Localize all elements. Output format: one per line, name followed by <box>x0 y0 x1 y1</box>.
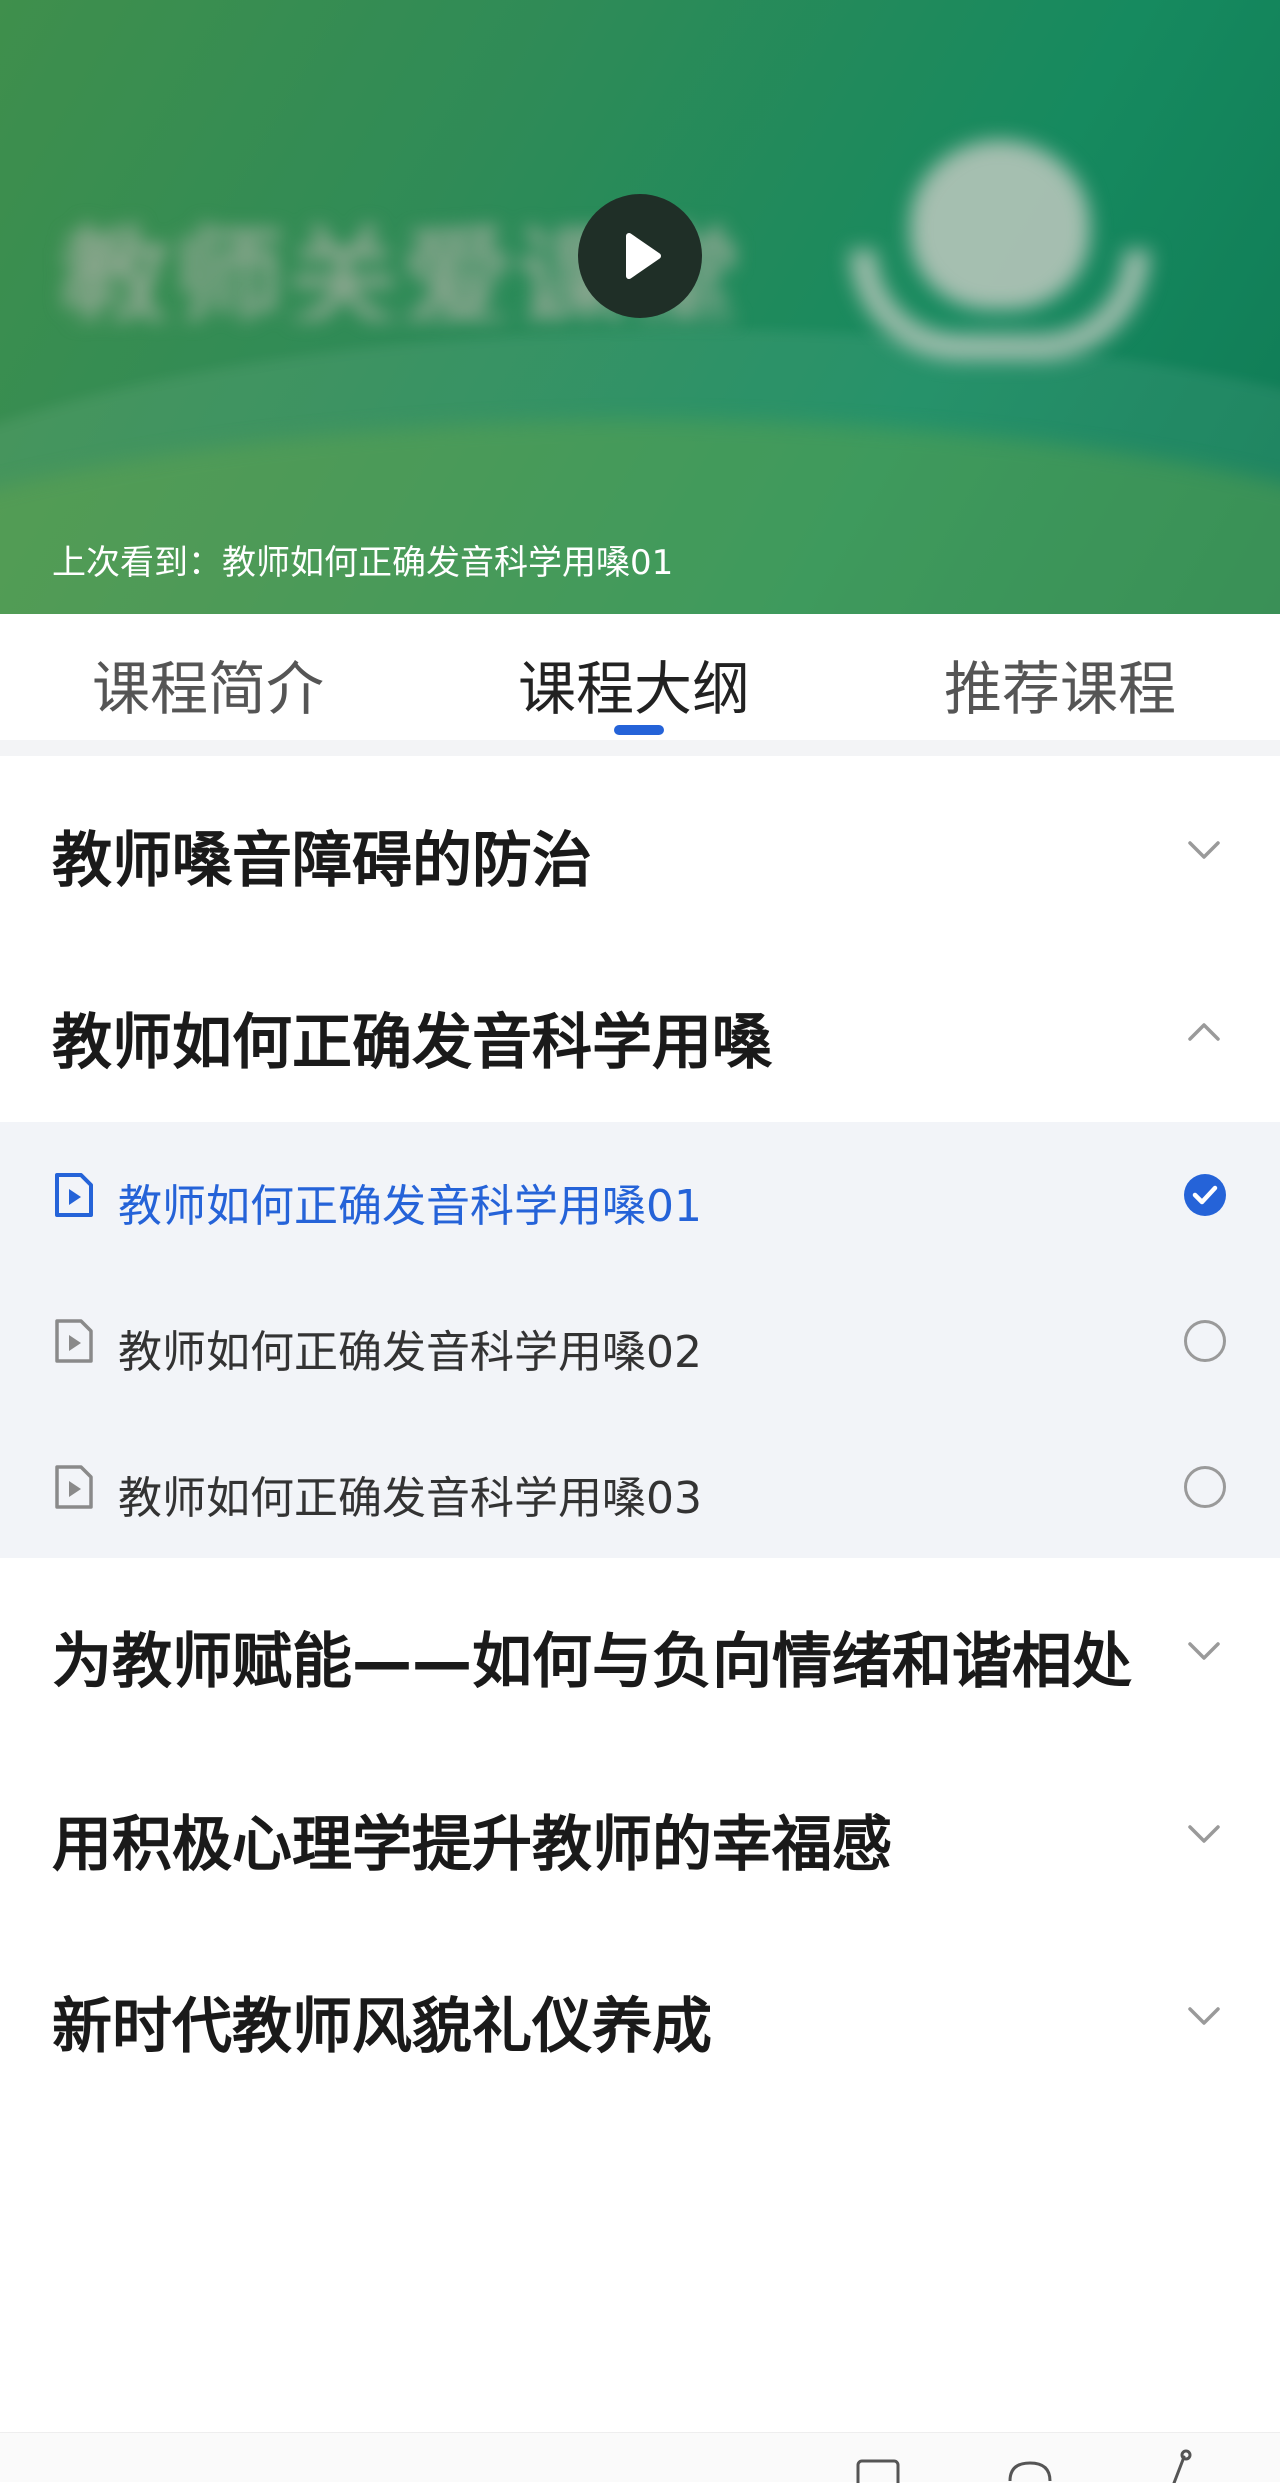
lesson-label: 教师如何正确发音科学用嗓02 <box>118 1327 702 1378</box>
checked-circle-icon <box>1184 1174 1226 1216</box>
chapter-title: 为教师赋能——如何与负向情绪和谐相处 <box>52 1627 1132 1697</box>
video-player[interactable]: 教师关爱课堂 上次看到：教师如何正确发音科学用嗓01 <box>0 0 1280 614</box>
last-watched-label[interactable]: 上次看到：教师如何正确发音科学用嗓01 <box>52 535 673 584</box>
chapter-item[interactable]: 用积极心理学提升教师的幸福感 <box>0 1756 1280 1906</box>
chevron-down-icon <box>1188 1825 1220 1843</box>
lesson-list: 教师如何正确发音科学用嗓01 教师如何正确发音科学用嗓02 教师如何正确发音科学… <box>0 1122 1280 1558</box>
lesson-label: 教师如何正确发音科学用嗓01 <box>118 1181 702 1232</box>
course-tabs: 课程简介 课程大纲 推荐课程 <box>0 614 1280 740</box>
chapter-title: 用积极心理学提升教师的幸福感 <box>52 1810 892 1880</box>
chapter-title: 教师嗓音障碍的防治 <box>52 826 592 896</box>
chapter-item[interactable]: 新时代教师风貌礼仪养成 <box>0 1938 1280 2088</box>
comment-icon[interactable] <box>1000 2455 1060 2483</box>
tab-course-outline[interactable]: 课程大纲 <box>518 642 750 726</box>
empty-circle-icon[interactable] <box>1182 1464 1228 1510</box>
lesson-label: 教师如何正确发音科学用嗓03 <box>118 1473 702 1524</box>
video-file-icon <box>55 1173 93 1217</box>
empty-circle-icon[interactable] <box>1182 1318 1228 1364</box>
chevron-up-icon <box>1188 1023 1220 1041</box>
lesson-item[interactable]: 教师如何正确发音科学用嗓01 <box>0 1122 1280 1268</box>
chapter-item[interactable]: 教师嗓音障碍的防治 <box>0 772 1280 922</box>
share-icon[interactable] <box>1160 2449 1200 2483</box>
play-button[interactable] <box>578 194 702 318</box>
play-icon <box>626 233 661 279</box>
tab-recommended-courses[interactable]: 推荐课程 <box>944 642 1176 726</box>
chapter-title: 新时代教师风貌礼仪养成 <box>52 1992 712 2062</box>
section-divider <box>0 740 1280 756</box>
video-file-icon <box>55 1465 93 1509</box>
chapter-title: 教师如何正确发音科学用嗓 <box>52 1008 772 1078</box>
chevron-down-icon <box>1188 1642 1220 1660</box>
video-file-icon <box>55 1319 93 1363</box>
active-tab-indicator <box>614 725 664 735</box>
lesson-item[interactable]: 教师如何正确发音科学用嗓02 <box>0 1268 1280 1414</box>
chevron-down-icon <box>1188 841 1220 859</box>
chapter-item[interactable]: 为教师赋能——如何与负向情绪和谐相处 <box>0 1573 1280 1723</box>
tab-course-intro[interactable]: 课程简介 <box>92 642 324 726</box>
chapter-item[interactable]: 教师如何正确发音科学用嗓 <box>0 954 1280 1104</box>
note-icon[interactable] <box>854 2455 904 2483</box>
chevron-down-icon <box>1188 2007 1220 2025</box>
care-logo-icon <box>850 130 1150 390</box>
bottom-toolbar <box>0 2432 1280 2483</box>
lesson-item[interactable]: 教师如何正确发音科学用嗓03 <box>0 1414 1280 1560</box>
